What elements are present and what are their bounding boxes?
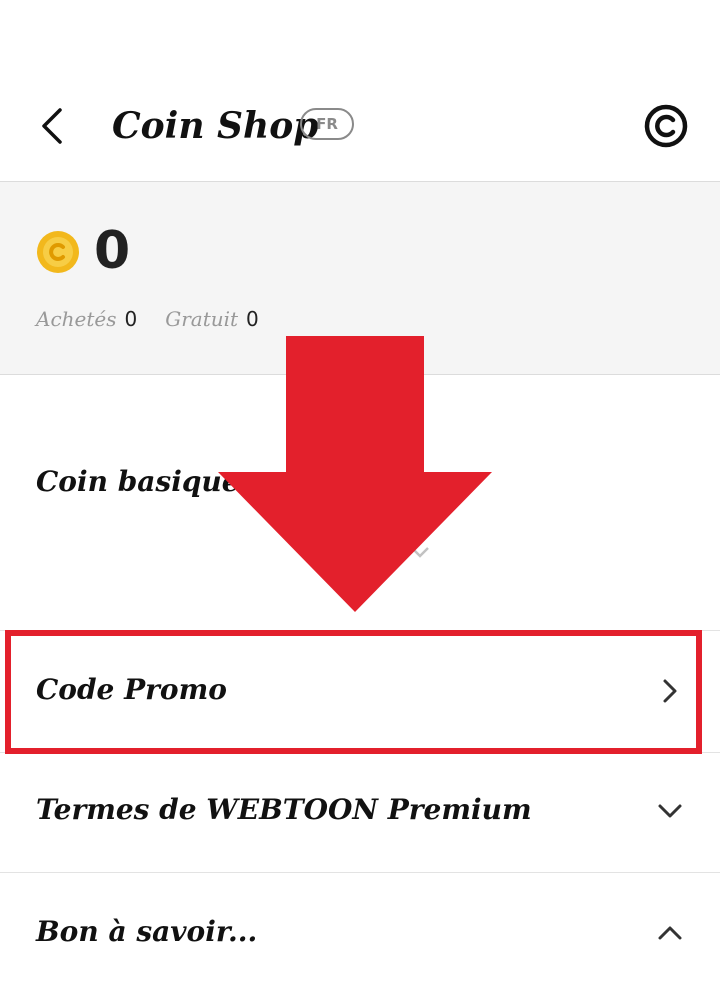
promo-code-label: Code Promo: [36, 673, 227, 706]
coin-total: 0: [94, 221, 131, 281]
purchased-label: Achetés: [36, 307, 117, 331]
chevron-right-icon: [656, 677, 684, 705]
premium-terms-label: Termes de WEBTOON Premium: [36, 793, 532, 826]
chevron-down-icon: [411, 547, 429, 558]
language-badge: FR: [300, 108, 354, 140]
good-to-know-row[interactable]: Bon à savoir...: [0, 873, 720, 991]
copyright-icon: [644, 104, 688, 148]
coin-history-button[interactable]: [641, 101, 691, 151]
back-button[interactable]: [28, 100, 76, 152]
premium-terms-row[interactable]: Termes de WEBTOON Premium: [0, 753, 720, 872]
chevron-down-icon: [656, 797, 684, 825]
back-arrow-icon: [42, 108, 62, 144]
purchased-value: 0: [124, 307, 138, 331]
good-to-know-label: Bon à savoir...: [36, 915, 258, 948]
chevron-up-icon: [656, 919, 684, 947]
free-label: Gratuit: [165, 307, 239, 331]
coin-icon: [37, 231, 79, 273]
coin-breakdown: Achetés 0 Gratuit 0: [36, 304, 287, 334]
page-title: Coin Shop: [112, 105, 319, 147]
promo-code-row[interactable]: Code Promo: [0, 631, 720, 752]
free-value: 0: [246, 307, 259, 331]
app-header: Coin Shop FR: [0, 0, 720, 182]
basic-coin-section: Coin basique: [0, 375, 720, 629]
basic-coin-label: Coin basique: [36, 465, 240, 498]
coin-balance-panel: 0 Achetés 0 Gratuit 0: [0, 182, 720, 375]
